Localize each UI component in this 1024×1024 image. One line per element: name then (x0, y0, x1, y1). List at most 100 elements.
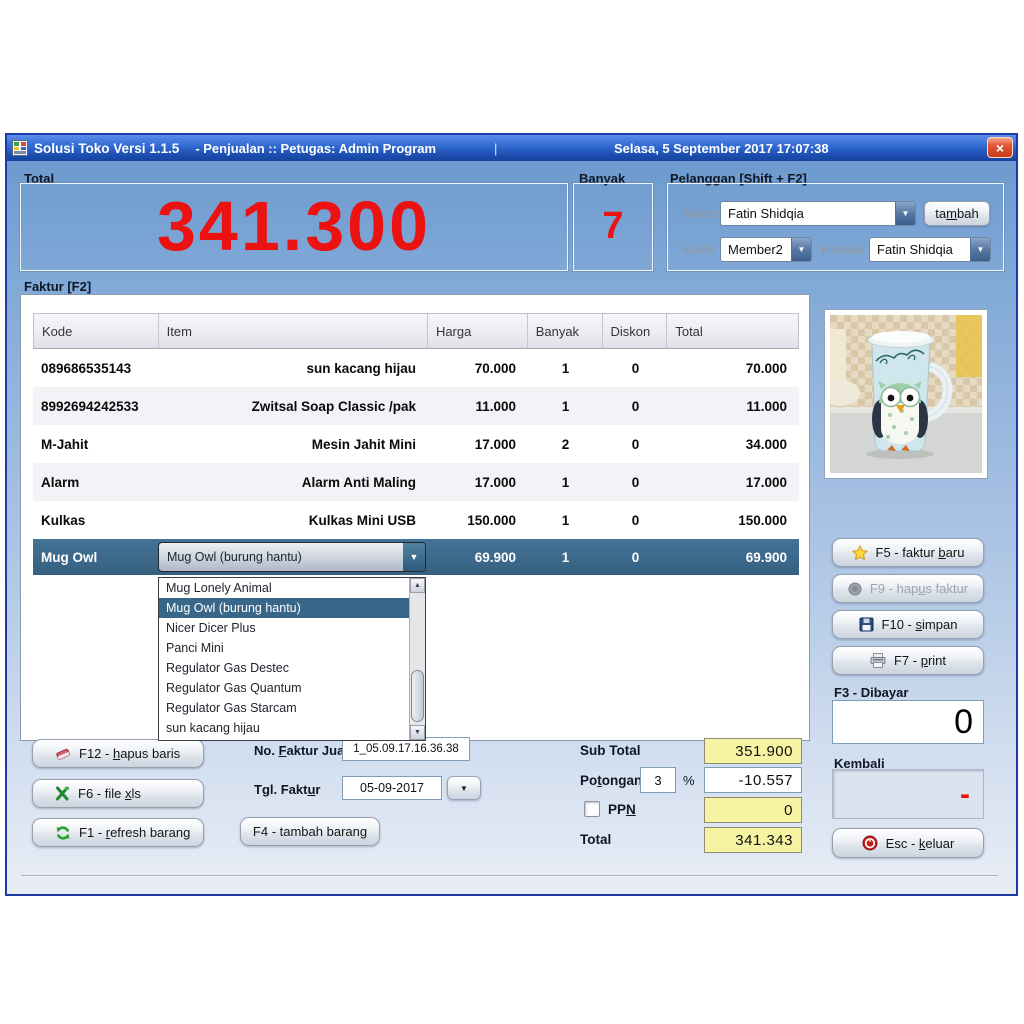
table-row[interactable]: Kulkas Kulkas Mini USB 150.000 1 0 150.0… (33, 501, 799, 539)
f10-label: F10 - simpan (882, 617, 958, 632)
header-kode[interactable]: Kode (34, 314, 159, 348)
dropdown-item[interactable]: sun kacang hijau (159, 718, 409, 738)
header-banyak[interactable]: Banyak (528, 314, 603, 348)
dropdown-scrollbar[interactable]: ▲ ▼ (409, 578, 425, 740)
excel-icon (55, 786, 70, 801)
star-icon (852, 545, 868, 561)
table-row[interactable]: 8992694242533 Zwitsal Soap Classic /pak … (33, 387, 799, 425)
table-row[interactable]: Alarm Alarm Anti Maling 17.000 1 0 17.00… (33, 463, 799, 501)
screenshot-page: Solusi Toko Versi 1.1.5 - Penjualan :: P… (0, 0, 1024, 1024)
cell-harga: 17.000 (428, 437, 528, 452)
esc-keluar-button[interactable]: Esc - keluar (832, 828, 984, 858)
item-combobox-value: Mug Owl (burung hantu) (159, 543, 403, 571)
scroll-up-icon[interactable]: ▲ (410, 578, 425, 593)
calendar-arrow-icon: ▼ (460, 784, 468, 793)
tgl-faktur-label: Tgl. Faktur (254, 782, 320, 797)
nama-combobox[interactable]: Fatin Shidqia ▼ (720, 201, 916, 226)
dropdown-item[interactable]: Regulator Gas Destec (159, 658, 409, 678)
f12-hapus-baris-button[interactable]: F12 - hapus baris (32, 739, 204, 768)
cell-diskon: 0 (603, 475, 668, 490)
f4-tambah-barang-button[interactable]: F4 - tambah barang (240, 817, 380, 846)
item-dropdown-list: Mug Lonely Animal Mug Owl (burung hantu)… (158, 577, 426, 741)
cell-banyak: 2 (528, 437, 603, 452)
sub-total-value: 351.900 (704, 738, 802, 764)
table-row-selected[interactable]: Mug Owl Mug Owl (burung hantu) ▼ 69.900 … (33, 539, 799, 575)
f6-file-xls-button[interactable]: F6 - file xls (32, 779, 204, 808)
f12-label: F12 - hapus baris (79, 746, 180, 761)
scroll-down-icon[interactable]: ▼ (410, 725, 425, 740)
pelanggan-group: Nama Fatin Shidqia ▼ tambah Kode Member2… (667, 183, 1004, 271)
close-button[interactable]: × (987, 137, 1013, 158)
cell-total: 34.000 (668, 437, 799, 452)
dibayar-label: F3 - Dibayar (834, 685, 908, 700)
f9-hapus-faktur-button: F9 - hapus faktur (832, 574, 984, 603)
exit-icon (862, 835, 878, 851)
tgl-faktur-input[interactable]: 05-09-2017 (342, 776, 442, 800)
f7-print-button[interactable]: F7 - print (832, 646, 984, 675)
date-picker-button[interactable]: ▼ (447, 776, 481, 800)
kontak-value: Fatin Shidqia (870, 238, 970, 261)
ppn-value: 0 (704, 797, 802, 823)
cell-banyak: 1 (528, 399, 603, 414)
f1-label: F1 - refresh barang (79, 825, 190, 840)
faktur-group-label: Faktur [F2] (24, 279, 91, 294)
kembali-display: - (832, 769, 984, 819)
window-title: Solusi Toko Versi 1.1.5 (34, 141, 179, 156)
cell-kode: Alarm (33, 475, 158, 490)
item-combo-arrow-icon[interactable]: ▼ (403, 543, 425, 571)
f4-label: F4 - tambah barang (253, 824, 367, 839)
dropdown-item-selected[interactable]: Mug Owl (burung hantu) (159, 598, 409, 618)
dropdown-item[interactable]: Mug Lonely Animal (159, 578, 409, 598)
ppn-checkbox[interactable] (584, 801, 600, 817)
header-total[interactable]: Total (667, 314, 798, 348)
banyak-display: 7 (573, 183, 653, 271)
f10-simpan-button[interactable]: F10 - simpan (832, 610, 984, 639)
cell-total: 150.000 (668, 513, 799, 528)
potongan-percent-input[interactable]: 3 (640, 767, 676, 793)
cell-kode: Kulkas (33, 513, 158, 528)
kontak-combo-arrow-icon[interactable]: ▼ (970, 238, 990, 261)
tambah-button[interactable]: tambah (924, 201, 990, 226)
grand-total-value: 341.343 (704, 827, 802, 853)
dropdown-item[interactable]: Regulator Gas Starcam (159, 698, 409, 718)
tambah-button-label: tambah (935, 206, 978, 221)
kode-label: Kode (683, 242, 716, 257)
header-item[interactable]: Item (159, 314, 428, 348)
scrollbar-thumb[interactable] (411, 670, 424, 722)
cell-diskon: 0 (603, 513, 668, 528)
kode-combobox[interactable]: Member2 ▼ (720, 237, 812, 262)
title-bar: Solusi Toko Versi 1.1.5 - Penjualan :: P… (7, 135, 1016, 161)
dibayar-input[interactable]: 0 (832, 700, 984, 744)
esc-label: Esc - keluar (886, 836, 955, 851)
kode-combo-arrow-icon[interactable]: ▼ (791, 238, 811, 261)
cell-total: 70.000 (668, 361, 799, 376)
table-row[interactable]: M-Jahit Mesin Jahit Mini 17.000 2 0 34.0… (33, 425, 799, 463)
percent-sign: % (683, 773, 695, 788)
nama-label: Nama (683, 206, 718, 221)
app-window: Solusi Toko Versi 1.1.5 - Penjualan :: P… (5, 133, 1018, 896)
header-harga[interactable]: Harga (428, 314, 528, 348)
dropdown-item[interactable]: Nicer Dicer Plus (159, 618, 409, 638)
kontak-combobox[interactable]: Fatin Shidqia ▼ (869, 237, 991, 262)
table-row[interactable]: 089686535143 sun kacang hijau 70.000 1 0… (33, 349, 799, 387)
cell-total: 17.000 (668, 475, 799, 490)
cell-banyak: 1 (528, 475, 603, 490)
kembali-value: - (960, 778, 970, 812)
kode-value: Member2 (721, 238, 791, 261)
kontak-label: Kontak (821, 242, 865, 257)
dropdown-item[interactable]: Panci Mini (159, 638, 409, 658)
cell-item-editor: Mug Owl (burung hantu) ▼ (158, 539, 428, 575)
grand-total-label: Total (580, 832, 611, 847)
f1-refresh-barang-button[interactable]: F1 - refresh barang (32, 818, 204, 847)
nama-combo-arrow-icon[interactable]: ▼ (895, 202, 915, 225)
cell-item: sun kacang hijau (158, 361, 428, 376)
nama-value: Fatin Shidqia (721, 202, 895, 225)
cell-banyak: 1 (528, 513, 603, 528)
f5-faktur-baru-button[interactable]: F5 - faktur baru (832, 538, 984, 567)
table-header: Kode Item Harga Banyak Diskon Total (33, 313, 799, 349)
header-diskon[interactable]: Diskon (603, 314, 668, 348)
item-combobox[interactable]: Mug Owl (burung hantu) ▼ (158, 542, 426, 572)
dropdown-item[interactable]: Regulator Gas Quantum (159, 678, 409, 698)
titlebar-datetime: Selasa, 5 September 2017 17:07:38 (614, 141, 829, 156)
cell-diskon: 0 (603, 361, 668, 376)
